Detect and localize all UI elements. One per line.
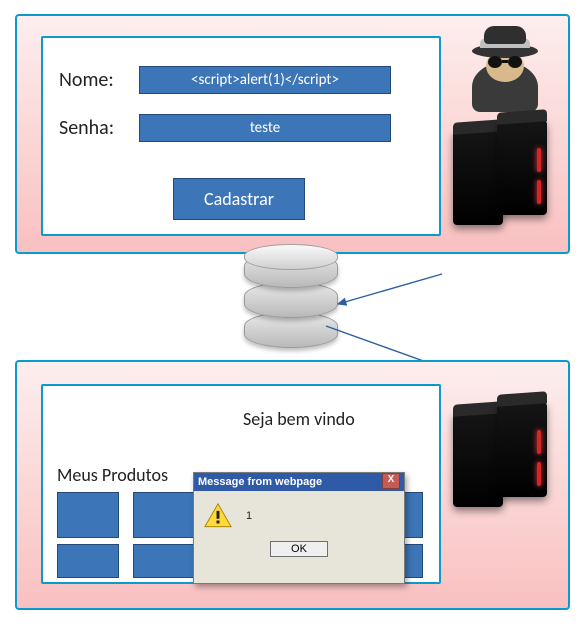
password-label: Senha:: [59, 116, 131, 140]
welcome-page-card: Seja bem vindo Meus Produtos Message fro…: [41, 384, 441, 584]
registration-form-card: Nome: <script>alert(1)</script> Senha: t…: [41, 36, 441, 236]
name-label: Nome:: [59, 68, 131, 92]
alert-message: 1: [246, 510, 252, 522]
product-tile[interactable]: [133, 544, 195, 578]
hacker-icon: [460, 22, 550, 112]
alert-title: Message from webpage: [198, 473, 322, 491]
alert-ok-button[interactable]: OK: [270, 541, 328, 557]
arrow-icon: [330, 270, 450, 310]
alert-titlebar: Message from webpage X: [194, 473, 404, 491]
result-panel: Seja bem vindo Meus Produtos Message fro…: [15, 360, 570, 610]
warning-icon: [204, 503, 232, 529]
js-alert-dialog: Message from webpage X 1 OK: [193, 472, 405, 584]
server-icon: [449, 120, 554, 235]
password-row: Senha: teste: [59, 114, 391, 142]
product-tile[interactable]: [133, 492, 195, 538]
name-input[interactable]: <script>alert(1)</script>: [139, 66, 391, 94]
submit-button[interactable]: Cadastrar: [173, 178, 305, 220]
product-tile[interactable]: [57, 544, 119, 578]
product-tile[interactable]: [57, 492, 119, 538]
server-icon: [449, 402, 554, 517]
attack-input-panel: Nome: <script>alert(1)</script> Senha: t…: [15, 14, 570, 254]
password-input[interactable]: teste: [139, 114, 391, 142]
welcome-heading: Seja bem vindo: [243, 408, 355, 430]
name-row: Nome: <script>alert(1)</script>: [59, 66, 391, 94]
close-icon[interactable]: X: [382, 473, 400, 489]
products-heading: Meus Produtos: [57, 464, 168, 486]
